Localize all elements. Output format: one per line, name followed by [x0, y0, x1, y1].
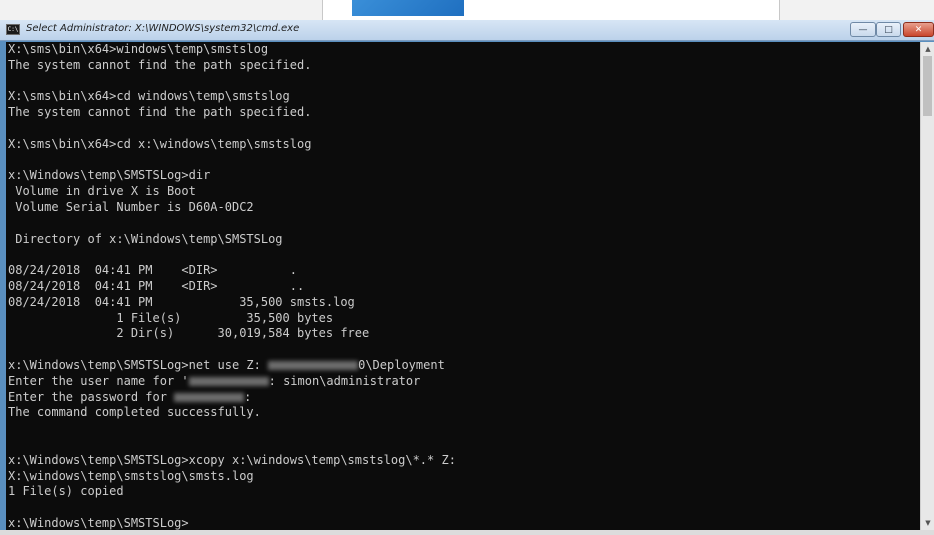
redacted-ip: [174, 392, 245, 402]
scroll-up-icon[interactable]: ▲: [923, 44, 933, 54]
console-line: x:\Windows\temp\SMSTSLog>net use Z: 0\De…: [8, 358, 456, 374]
scroll-thumb[interactable]: [923, 56, 932, 116]
console-line: 08/24/2018 04:41 PM 35,500 smsts.log: [8, 294, 355, 309]
username-prompt: Enter the user name for ': [8, 373, 189, 388]
net-use-share: 0\Deployment: [358, 357, 445, 372]
close-button[interactable]: ✕: [903, 22, 934, 37]
net-use-command: x:\Windows\temp\SMSTSLog>net use Z:: [8, 357, 269, 372]
console-line: X:\sms\bin\x64>windows\temp\smstslog: [8, 42, 269, 56]
cmd-window[interactable]: C:\ Select Administrator: X:\WINDOWS\sys…: [0, 20, 934, 530]
scroll-down-icon[interactable]: ▼: [923, 518, 933, 528]
minimize-button[interactable]: —: [850, 22, 876, 37]
console-line: 1 File(s) 35,500 bytes: [8, 310, 334, 325]
redacted-ip: [268, 360, 359, 370]
console-line: Enter the password for :: [8, 390, 456, 406]
redacted-ip: [188, 376, 269, 386]
console-line: x:\Windows\temp\SMSTSLog>dir: [8, 168, 211, 183]
console-line: The system cannot find the path specifie…: [8, 105, 312, 120]
password-prompt: Enter the password for: [8, 389, 175, 404]
console-line: The command completed successfully.: [8, 405, 261, 420]
console-prompt[interactable]: x:\Windows\temp\SMSTSLog>: [8, 516, 456, 530]
console-line: Volume in drive X is Boot: [8, 184, 196, 199]
console-line: 08/24/2018 04:41 PM <DIR> ..: [8, 278, 305, 293]
background-image-fragment: [352, 0, 464, 16]
console-line: Enter the user name for ' : simon\adminis…: [8, 374, 456, 390]
cmd-icon[interactable]: C:\: [6, 24, 20, 35]
maximize-button[interactable]: □: [876, 22, 901, 37]
console-line: Volume Serial Number is D60A-0DC2: [8, 199, 254, 214]
console-line: 1 File(s) copied: [8, 484, 124, 499]
username-value: : simon\administrator: [268, 373, 421, 388]
maximize-icon: □: [884, 24, 893, 35]
minimize-icon: —: [858, 24, 868, 35]
console-line: x:\Windows\temp\SMSTSLog>xcopy x:\window…: [8, 452, 456, 467]
console-area[interactable]: X:\sms\bin\x64>windows\temp\smstslog The …: [6, 42, 920, 530]
console-line: The system cannot find the path specifie…: [8, 57, 312, 72]
title-bar[interactable]: C:\ Select Administrator: X:\WINDOWS\sys…: [0, 20, 934, 41]
console-line: X:\windows\temp\smstslog\smsts.log: [8, 468, 254, 483]
console-line: X:\sms\bin\x64>cd x:\windows\temp\smstsl…: [8, 136, 312, 151]
password-colon: :: [244, 389, 252, 404]
console-line: Directory of x:\Windows\temp\SMSTSLog: [8, 231, 283, 246]
close-icon: ✕: [914, 24, 923, 35]
console-line: 08/24/2018 04:41 PM <DIR> .: [8, 263, 297, 278]
vertical-scrollbar[interactable]: ▲ ▼: [920, 42, 934, 530]
console-output: X:\sms\bin\x64>windows\temp\smstslog The …: [8, 42, 456, 530]
console-line: X:\sms\bin\x64>cd windows\temp\smstslog: [8, 89, 290, 104]
window-title: Select Administrator: X:\WINDOWS\system3…: [26, 23, 300, 34]
console-line: 2 Dir(s) 30,019,584 bytes free: [8, 326, 370, 341]
